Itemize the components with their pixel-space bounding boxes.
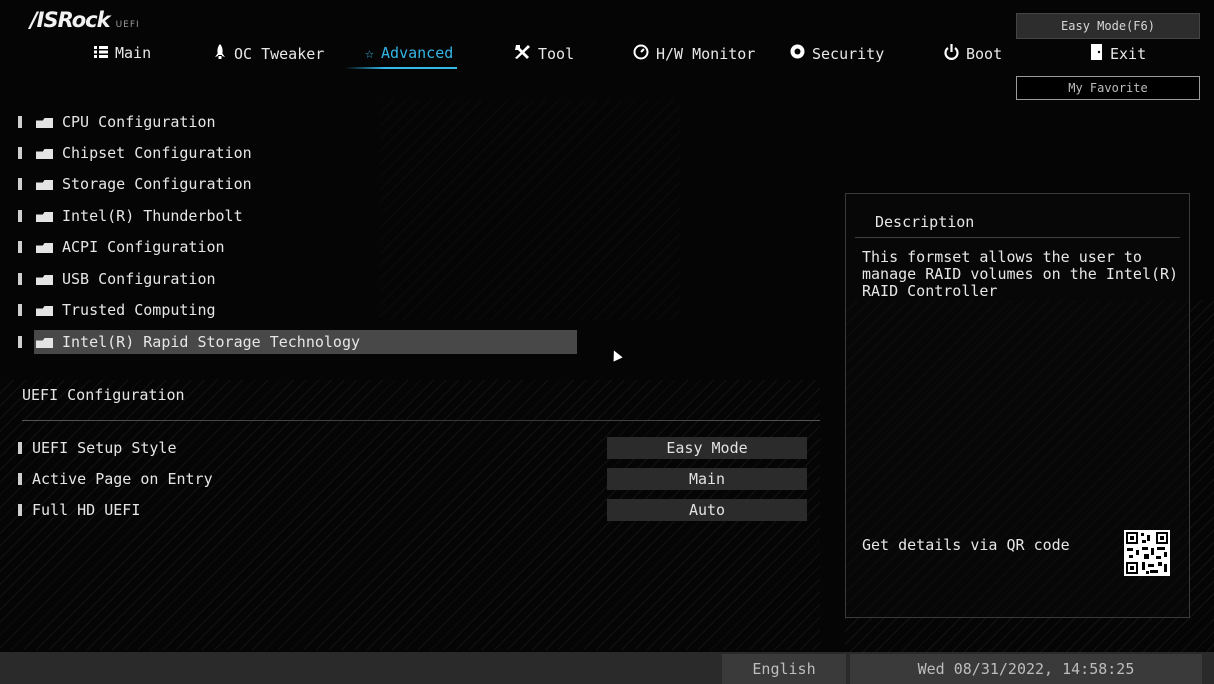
setting-label: UEFI Setup Style	[32, 439, 177, 457]
mouse-cursor-icon	[609, 348, 623, 362]
shield-icon	[790, 44, 805, 63]
star-icon: ☆	[365, 44, 375, 62]
menu-item-chipset-configuration[interactable]: Chipset Configuration	[18, 141, 578, 165]
tab-label: Exit	[1110, 45, 1147, 63]
tab-label: Advanced	[381, 44, 454, 62]
item-marker	[18, 147, 22, 159]
tab-security[interactable]: Security	[790, 44, 884, 63]
menu-item-label: Chipset Configuration	[62, 144, 252, 162]
brand-name: /ISRock	[30, 8, 111, 32]
description-divider	[855, 237, 1180, 238]
tab-hw-monitor[interactable]: H/W Monitor	[633, 44, 755, 64]
gauge-icon	[633, 44, 649, 64]
folder-icon	[36, 336, 54, 348]
setting-full-hd-uefi[interactable]: Full HD UEFI	[18, 499, 140, 521]
item-marker	[18, 442, 22, 454]
qr-caption: Get details via QR code	[862, 536, 1070, 554]
item-marker	[18, 116, 22, 128]
menu-item-usb-configuration[interactable]: USB Configuration	[18, 267, 578, 291]
exit-door-icon	[1090, 44, 1103, 64]
rocket-icon	[213, 44, 227, 64]
item-marker	[18, 210, 22, 222]
setting-active-page-on-entry[interactable]: Active Page on Entry	[18, 468, 213, 490]
menu-item-label: CPU Configuration	[62, 113, 216, 131]
item-marker	[18, 241, 22, 253]
section-title: UEFI Configuration	[22, 386, 185, 404]
item-marker	[18, 336, 22, 348]
qr-code-icon	[1124, 530, 1170, 576]
setting-uefi-setup-style[interactable]: UEFI Setup Style	[18, 437, 177, 459]
tab-label: Main	[115, 44, 152, 62]
menu-item-label: ACPI Configuration	[62, 238, 225, 256]
section-divider	[22, 420, 820, 421]
active-page-select[interactable]: Main	[607, 468, 807, 490]
menu-item-label: Intel(R) Thunderbolt	[62, 207, 243, 225]
tab-main[interactable]: Main	[94, 44, 151, 62]
asrock-logo: /ISRock UEFI	[30, 8, 140, 32]
tab-advanced[interactable]: ☆ Advanced	[344, 44, 458, 69]
tab-oc-tweaker[interactable]: OC Tweaker	[213, 44, 324, 64]
item-marker	[18, 178, 22, 190]
language-button[interactable]: English	[722, 654, 846, 684]
folder-icon	[36, 178, 54, 190]
brand-sub: UEFI	[115, 20, 140, 30]
menu-item-label: Storage Configuration	[62, 175, 252, 193]
tab-label: H/W Monitor	[656, 45, 756, 63]
tab-label: Security	[812, 44, 885, 63]
power-icon	[944, 44, 959, 64]
menu-item-acpi-configuration[interactable]: ACPI Configuration	[18, 235, 578, 259]
setting-label: Full HD UEFI	[32, 501, 141, 519]
wrench-screwdriver-icon	[514, 44, 531, 63]
folder-icon	[36, 147, 54, 159]
my-favorite-button[interactable]: My Favorite	[1016, 76, 1200, 100]
folder-icon	[36, 116, 54, 128]
menu-item-label: USB Configuration	[62, 270, 216, 288]
menu-item-storage-configuration[interactable]: Storage Configuration	[18, 172, 578, 196]
description-title: Description	[875, 213, 975, 231]
datetime-display: Wed 08/31/2022, 14:58:25	[850, 654, 1202, 684]
folder-icon	[36, 273, 54, 285]
menu-item-label: Intel(R) Rapid Storage Technology	[62, 333, 361, 351]
item-marker	[18, 273, 22, 285]
menu-item-cpu-configuration[interactable]: CPU Configuration	[18, 110, 578, 134]
full-hd-uefi-select[interactable]: Auto	[607, 499, 807, 521]
description-text: This formset allows the user to manage R…	[862, 248, 1179, 300]
uefi-setup-style-select[interactable]: Easy Mode	[607, 437, 807, 459]
setting-label: Active Page on Entry	[32, 470, 213, 488]
tab-label: OC Tweaker	[234, 45, 325, 63]
menu-item-label: Trusted Computing	[62, 301, 216, 319]
folder-icon	[36, 241, 54, 253]
folder-icon	[36, 304, 54, 316]
menu-item-trusted-computing[interactable]: Trusted Computing	[18, 298, 578, 322]
item-marker	[18, 504, 22, 516]
tab-label: Tool	[538, 44, 575, 63]
tab-exit[interactable]: Exit	[1090, 44, 1146, 64]
menu-item-rapid-storage-technology[interactable]: Intel(R) Rapid Storage Technology	[18, 330, 578, 354]
tab-boot[interactable]: Boot	[944, 44, 1002, 64]
folder-icon	[36, 210, 54, 222]
easy-mode-button[interactable]: Easy Mode(F6)	[1016, 13, 1200, 39]
list-icon	[94, 44, 108, 62]
menu-item-thunderbolt[interactable]: Intel(R) Thunderbolt	[18, 204, 578, 228]
tab-tool[interactable]: Tool	[514, 44, 574, 63]
item-marker	[18, 304, 22, 316]
tab-label: Boot	[966, 45, 1003, 63]
item-marker	[18, 473, 22, 485]
